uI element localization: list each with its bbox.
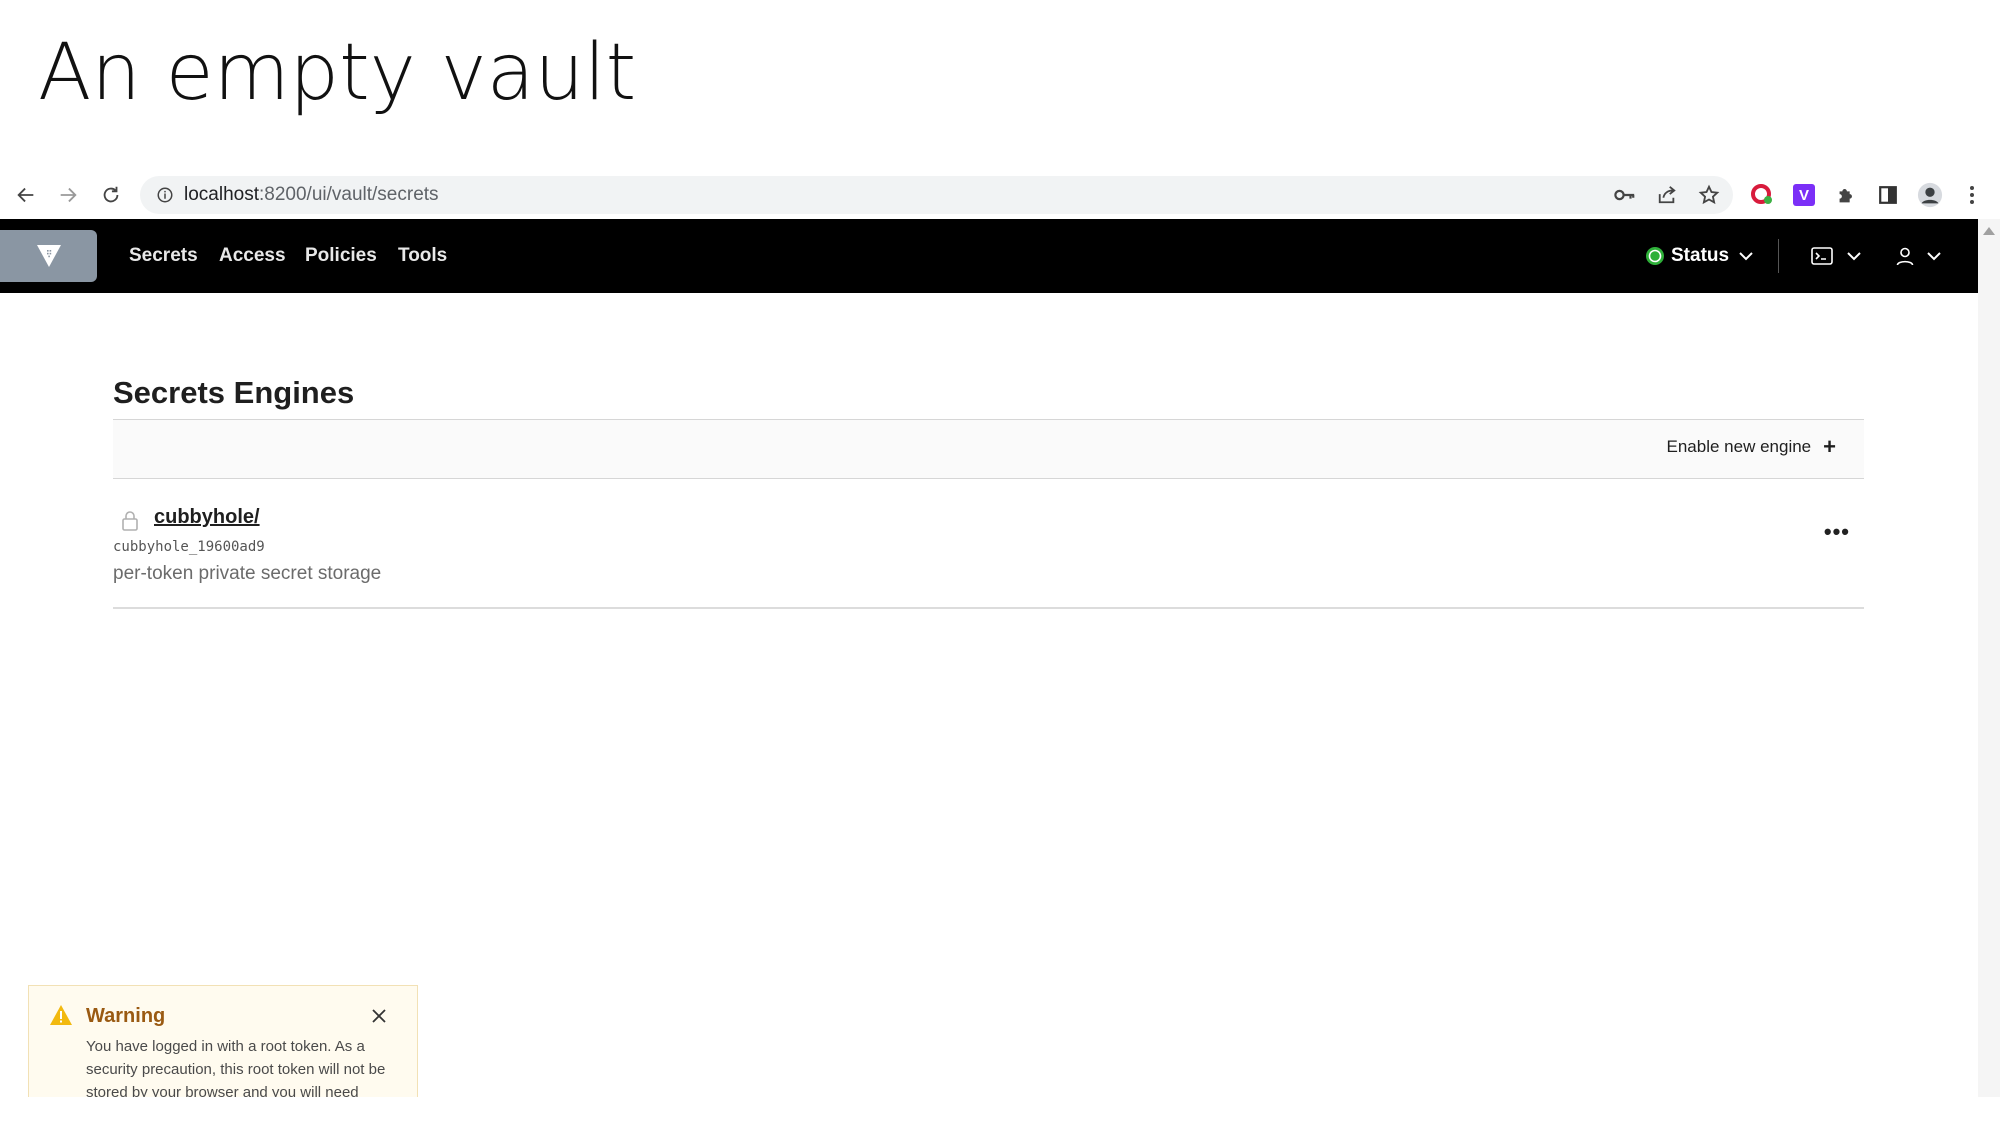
back-arrow-icon[interactable] [8, 171, 44, 219]
secrets-toolbar: Enable new engine + [113, 419, 1864, 479]
status-label: Status [1671, 245, 1730, 266]
kebab-menu-icon[interactable] [1959, 182, 1985, 208]
status-menu[interactable]: Status [1645, 219, 1753, 293]
extension-red-icon[interactable] [1749, 182, 1775, 208]
more-options-button[interactable]: ••• [1824, 519, 1850, 545]
engine-list-item: cubbyhole/ cubbyhole_19600ad9 per-token … [113, 477, 1864, 609]
top-navigation: Secrets Access Policies Tools Status [0, 219, 1978, 293]
lock-icon [121, 510, 139, 537]
enable-new-engine-button[interactable]: Enable new engine + [1667, 436, 1836, 458]
info-icon[interactable] [154, 184, 176, 206]
nav-access[interactable]: Access [219, 219, 286, 293]
scrollbar[interactable] [1978, 219, 2000, 1097]
enable-engine-label: Enable new engine [1666, 437, 1812, 456]
engine-description: per-token private secret storage [113, 563, 382, 584]
forward-arrow-icon[interactable] [50, 171, 86, 219]
page-title: Secrets Engines [113, 375, 355, 410]
warning-toast: Warning You have logged in with a root t… [28, 985, 418, 1097]
user-icon [1896, 247, 1914, 266]
engine-path-link[interactable]: cubbyhole/ [154, 506, 260, 529]
address-bar[interactable]: localhost:8200/ui/vault/secrets [140, 176, 1733, 214]
slide-title: An empty vault [38, 28, 637, 118]
chevron-down-icon [1739, 252, 1753, 261]
browser-toolbar: localhost:8200/ui/vault/secrets V [0, 171, 2000, 219]
terminal-icon [1811, 247, 1833, 265]
key-icon[interactable] [1613, 184, 1637, 206]
vault-logo-button[interactable] [0, 230, 97, 282]
nav-tools[interactable]: Tools [398, 219, 447, 293]
reload-icon[interactable] [93, 171, 129, 219]
chevron-down-icon [1927, 252, 1941, 261]
chevron-down-icon [1847, 252, 1861, 261]
vault-app: Secrets Access Policies Tools Status Sec… [0, 219, 1978, 1097]
star-icon[interactable] [1697, 184, 1721, 206]
user-menu[interactable] [1895, 219, 1941, 293]
url-text[interactable]: localhost:8200/ui/vault/secrets [184, 184, 439, 206]
close-icon[interactable] [371, 1008, 387, 1029]
extension-v-icon[interactable]: V [1791, 182, 1817, 208]
engine-accessor: cubbyhole_19600ad9 [113, 539, 265, 555]
nav-policies[interactable]: Policies [305, 219, 377, 293]
profile-icon[interactable] [1917, 182, 1943, 208]
warning-icon [49, 1004, 73, 1031]
scroll-up-arrow-icon[interactable] [1983, 227, 1995, 235]
status-ok-icon [1646, 247, 1664, 265]
nav-divider [1778, 239, 1779, 273]
vault-logo-icon [36, 245, 61, 267]
toast-message: You have logged in with a root token. As… [86, 1038, 386, 1097]
puzzle-icon[interactable] [1833, 182, 1859, 208]
side-panel-icon[interactable] [1875, 182, 1901, 208]
console-menu[interactable] [1811, 219, 1861, 293]
nav-secrets[interactable]: Secrets [129, 219, 198, 293]
share-icon[interactable] [1655, 184, 1679, 206]
toast-title: Warning [86, 1005, 166, 1027]
plus-icon: + [1823, 434, 1836, 459]
